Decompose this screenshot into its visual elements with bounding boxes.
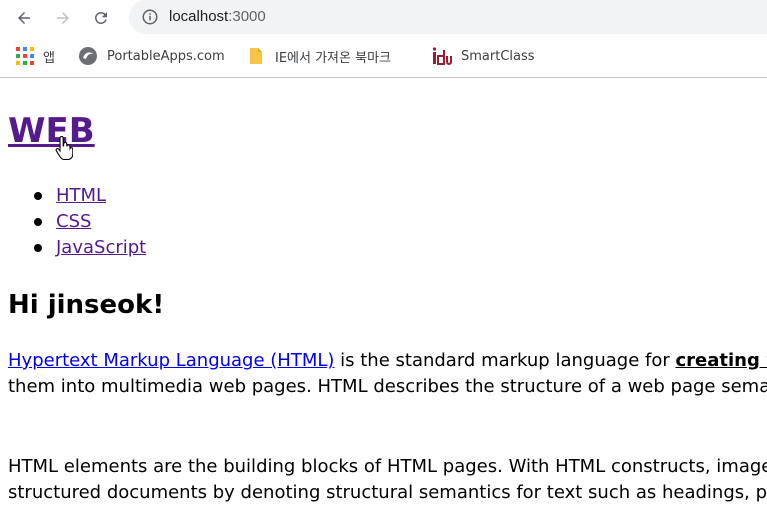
apps-grid-icon	[16, 47, 34, 65]
back-arrow-icon	[18, 12, 30, 24]
reload-button[interactable]	[88, 5, 114, 31]
greeting-heading: Hi jinseok!	[8, 290, 165, 320]
nav-link-css[interactable]: CSS	[56, 211, 91, 232]
paragraph-html-intro: Hypertext Markup Language (HTML) is the …	[8, 348, 767, 400]
url-text: localhost:3000	[169, 8, 266, 25]
list-item: JavaScript	[0, 235, 146, 261]
nav-link-javascript[interactable]: JavaScript	[56, 237, 146, 258]
bookmark-ie-folder[interactable]: IE에서 가져온 북마크	[248, 45, 391, 67]
list-item: CSS	[0, 209, 146, 235]
para2-line1: HTML elements are the building blocks of…	[8, 456, 767, 477]
url-port: :3000	[228, 8, 266, 25]
browser-toolbar: localhost:3000	[0, 0, 767, 36]
paragraph-html-elements: HTML elements are the building blocks of…	[8, 454, 767, 506]
nav-link-html[interactable]: HTML	[56, 185, 106, 206]
para1-line2: them into multimedia web pages. HTML des…	[8, 376, 767, 397]
bookmarks-bar: 앱 PortableApps.com IE에서 가져온 북마크 SmartCla…	[0, 36, 767, 78]
nav-list: HTML CSS JavaScript	[0, 183, 146, 261]
html-wiki-link[interactable]: Hypertext Markup Language (HTML)	[8, 350, 334, 371]
site-title: WEB	[8, 108, 95, 154]
back-button[interactable]	[11, 5, 37, 31]
bookmark-apps-label: 앱	[43, 50, 55, 66]
bookmark-portableapps-label: PortableApps.com	[107, 48, 225, 64]
bookmark-apps[interactable]: 앱	[16, 45, 55, 67]
url-host: localhost	[169, 8, 229, 25]
bookmark-ie-label: IE에서 가져온 북마크	[275, 50, 391, 66]
para2-line2: structured documents by denoting structu…	[8, 482, 767, 503]
hand-cursor-icon	[55, 136, 73, 160]
bullet-icon	[34, 218, 42, 226]
bookmark-smartclass[interactable]: SmartClass	[432, 45, 535, 67]
info-icon[interactable]	[141, 8, 159, 26]
bookmark-portableapps[interactable]: PortableApps.com	[78, 45, 225, 67]
address-bar[interactable]: localhost:3000	[129, 0, 767, 34]
list-item: HTML	[0, 183, 146, 209]
forward-button[interactable]	[50, 5, 76, 31]
para1-bold-text: creating web pages	[675, 350, 767, 371]
site-title-link[interactable]: WEB	[8, 111, 95, 151]
reload-icon	[95, 11, 107, 24]
folder-icon	[248, 46, 266, 66]
para1-text: is the standard markup language for	[334, 350, 676, 371]
bullet-icon	[34, 244, 42, 252]
bullet-icon	[34, 192, 42, 200]
forward-arrow-icon	[57, 12, 69, 24]
bookmark-smartclass-label: SmartClass	[461, 48, 535, 64]
smartclass-icon	[432, 46, 452, 66]
portableapps-icon	[78, 46, 98, 66]
page-content: WEB HTML CSS JavaScript Hi jinseok! Hype…	[0, 78, 767, 528]
